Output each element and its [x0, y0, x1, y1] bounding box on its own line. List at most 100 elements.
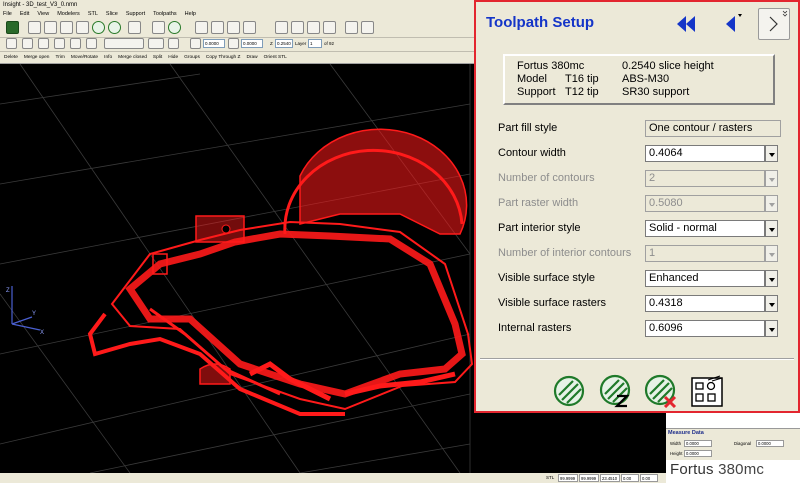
part-fill-style-field[interactable]: One contour / rasters: [645, 120, 781, 137]
info-button[interactable]: Info: [104, 52, 112, 63]
next-step-icon: [769, 10, 788, 32]
first-step-icon[interactable]: [674, 12, 698, 36]
line-weight-icon[interactable]: [148, 38, 164, 49]
interior-contours-label: Number of interior contours: [498, 247, 632, 259]
support-label: Support: [517, 86, 556, 98]
measure-data-panel: Measure Data Width 0.0000 Diagonal 0.000…: [666, 428, 800, 460]
brand-name: Fortus: [670, 461, 714, 478]
build-icon[interactable]: [168, 21, 181, 34]
zoom-out-icon[interactable]: [227, 21, 240, 34]
split-button[interactable]: Split: [153, 52, 162, 63]
offset-field-2[interactable]: 0.0000: [241, 39, 263, 48]
select-tool-icon[interactable]: [28, 21, 41, 34]
z-height-field[interactable]: 0.2540: [275, 39, 293, 48]
hide-button[interactable]: Hide: [168, 52, 178, 63]
stl-label: STL: [546, 475, 555, 480]
machine-name: Fortus 380mc: [517, 60, 585, 72]
slice-tool-icon[interactable]: [60, 21, 73, 34]
menu-slice[interactable]: Slice: [106, 10, 118, 18]
move-rotate-button[interactable]: Move/Rotate: [71, 52, 98, 63]
part-fill-style-label: Part fill style: [498, 122, 558, 134]
stack-icon[interactable]: [168, 38, 179, 49]
open-file-icon[interactable]: [6, 21, 19, 34]
part-interior-style-dropdown[interactable]: [765, 220, 778, 237]
copy-through-z-button[interactable]: Copy Through Z: [206, 52, 241, 63]
menu-toolpaths[interactable]: Toolpaths: [153, 10, 177, 18]
part-interior-style-field[interactable]: Solid - normal: [645, 220, 765, 237]
visible-surface-rasters-field[interactable]: 0.4318: [645, 295, 765, 312]
diagonal-label: Diagonal: [734, 441, 751, 446]
layer-field[interactable]: 1: [308, 39, 322, 48]
diagonal-field: 0.0000: [756, 440, 784, 447]
align-icon[interactable]: [6, 38, 17, 49]
view-top-icon[interactable]: [275, 21, 288, 34]
toolpath-apply-icon[interactable]: [552, 374, 586, 408]
delete-button[interactable]: Delete: [4, 52, 18, 63]
menu-file[interactable]: File: [3, 10, 12, 18]
toolpath-z-apply-icon[interactable]: [598, 374, 632, 408]
align-bottom-icon[interactable]: [70, 38, 81, 49]
coord-z-field: 23.4510: [600, 474, 620, 482]
offset-field-1[interactable]: 0.0000: [203, 39, 225, 48]
visible-surface-style-dropdown[interactable]: [765, 270, 778, 287]
menu-support[interactable]: Support: [126, 10, 145, 18]
measure-title: Measure Data: [668, 430, 704, 436]
edit-tool-icon[interactable]: [44, 21, 57, 34]
zoom-window-icon[interactable]: [243, 21, 256, 34]
layer-toolbar: 0.0000 0.0000 Z 0.2540 Layer 1 of 92: [0, 38, 476, 52]
layer-tool-icon[interactable]: [128, 21, 141, 34]
part-interior-style-label: Part interior style: [498, 222, 581, 234]
offset-icon[interactable]: [190, 38, 201, 49]
next-step-button[interactable]: [758, 8, 790, 40]
coord-y-field: 99.9999: [579, 474, 599, 482]
view-front-icon[interactable]: [291, 21, 304, 34]
support-tool-icon[interactable]: [76, 21, 89, 34]
menu-edit[interactable]: Edit: [20, 10, 29, 18]
view-3d-icon[interactable]: [345, 21, 358, 34]
align-right-icon[interactable]: [38, 38, 49, 49]
zoom-in-icon[interactable]: [195, 21, 208, 34]
internal-rasters-dropdown[interactable]: [765, 320, 778, 337]
merge-closed-button[interactable]: Merge closed: [118, 52, 147, 63]
axis-x-label: X: [40, 330, 44, 336]
toolpath-patterns-icon[interactable]: [690, 374, 724, 408]
toolpath-part: [87, 128, 474, 416]
menu-modelers[interactable]: Modelers: [57, 10, 80, 18]
align-top-icon[interactable]: [54, 38, 65, 49]
previous-step-icon[interactable]: [720, 12, 744, 36]
groups-button[interactable]: Groups: [184, 52, 200, 63]
dialog-separator: [480, 358, 794, 360]
interior-contours-dropdown: [765, 245, 778, 262]
dialog-title: Toolpath Setup: [486, 14, 595, 31]
menu-help[interactable]: Help: [185, 10, 196, 18]
align-left-icon[interactable]: [22, 38, 33, 49]
view-iso-icon[interactable]: [323, 21, 336, 34]
toolpath-z-icon[interactable]: [108, 21, 121, 34]
layer-count: of 92: [324, 41, 335, 46]
grid-lines: [0, 64, 471, 473]
toolpath-setup-dialog: Toolpath Setup Fortus 380mc 0.2540 slice…: [474, 0, 800, 413]
line-style-icon[interactable]: [104, 38, 144, 49]
merge-open-button[interactable]: Merge open: [24, 52, 50, 63]
toolpath-delete-icon[interactable]: [644, 374, 678, 408]
visible-surface-style-field[interactable]: Enhanced: [645, 270, 765, 287]
menu-view[interactable]: View: [37, 10, 49, 18]
menu-stl[interactable]: STL: [88, 10, 98, 18]
orient-stl-button[interactable]: Orient STL: [264, 52, 287, 63]
contour-width-field[interactable]: 0.4064: [645, 145, 765, 162]
offset-alt-icon[interactable]: [228, 38, 239, 49]
draw-button[interactable]: Draw: [246, 52, 257, 63]
internal-rasters-field[interactable]: 0.6096: [645, 320, 765, 337]
contour-width-dropdown[interactable]: [765, 145, 778, 162]
visible-surface-rasters-dropdown[interactable]: [765, 295, 778, 312]
distribute-icon[interactable]: [86, 38, 97, 49]
toolpath-icon[interactable]: [92, 21, 105, 34]
save-icon[interactable]: [152, 21, 165, 34]
trim-button[interactable]: Trim: [55, 52, 64, 63]
main-toolbar: [0, 18, 476, 38]
support-material: SR30 support: [622, 86, 690, 98]
view-reset-icon[interactable]: [361, 21, 374, 34]
view-side-icon[interactable]: [307, 21, 320, 34]
zoom-fit-icon[interactable]: [211, 21, 224, 34]
part-raster-width-dropdown: [765, 195, 778, 212]
